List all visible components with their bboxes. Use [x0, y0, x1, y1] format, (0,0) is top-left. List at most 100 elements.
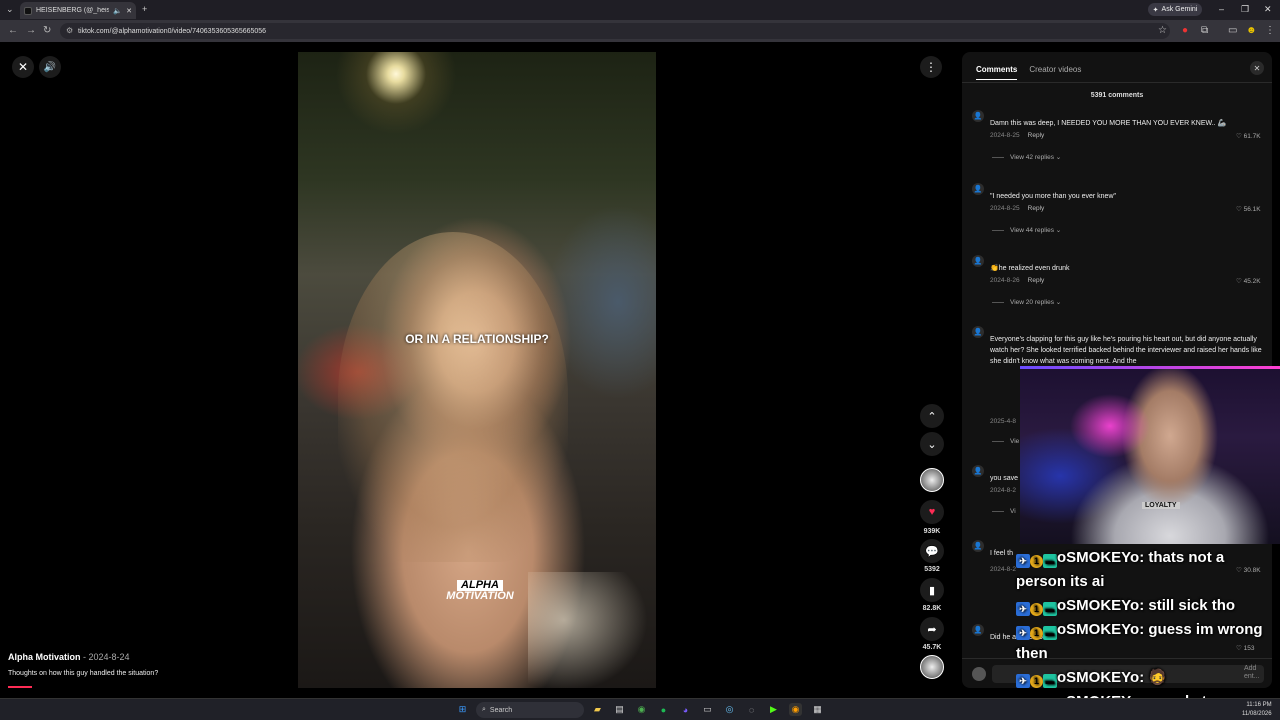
user-avatar-icon[interactable]: 👤: [972, 183, 984, 195]
minimize-button[interactable]: –: [1219, 4, 1224, 14]
view-replies-button[interactable]: Vie: [992, 438, 1019, 445]
tab-creator-videos[interactable]: Creator videos: [1029, 65, 1081, 80]
tab-comments[interactable]: Comments: [976, 65, 1018, 80]
tab-search-icon[interactable]: ⌄: [6, 4, 14, 15]
steam-icon[interactable]: ◎: [723, 703, 736, 716]
heart-icon: ♥: [928, 506, 936, 518]
extension-icon[interactable]: ●: [1182, 25, 1188, 36]
comments-button[interactable]: 💬: [920, 539, 944, 563]
comment-icon: 💬: [925, 545, 939, 558]
windows-start-icon[interactable]: ⊞: [456, 703, 469, 716]
music-disc[interactable]: [920, 655, 944, 679]
cast-icon[interactable]: ▭: [1228, 25, 1237, 36]
spotify-icon[interactable]: ●: [657, 703, 670, 716]
user-avatar-icon[interactable]: 👤: [972, 540, 984, 552]
terminal-icon[interactable]: ▭: [701, 703, 714, 716]
share-button[interactable]: ➦: [920, 617, 944, 641]
speaker-icon: 🔊: [43, 61, 57, 73]
user-avatar-icon[interactable]: 👤: [972, 326, 984, 338]
profile-avatar-icon[interactable]: ☻: [1246, 25, 1257, 36]
chat-text-continued: then: [1016, 645, 1048, 662]
app-icon[interactable]: ▦: [811, 703, 824, 716]
video-caption: OR IN A RELATIONSHIP?: [405, 332, 549, 346]
forward-button[interactable]: →: [26, 25, 36, 36]
save-count: 82.8K: [922, 605, 942, 612]
comment-date: 2025-4-8: [990, 418, 1017, 425]
like-button[interactable]: ♥: [920, 500, 944, 524]
extensions-puzzle-icon[interactable]: ⧉: [1201, 25, 1208, 36]
taskbar-search[interactable]: ⌕ Search: [476, 702, 584, 718]
tab-close-icon[interactable]: ✕: [126, 7, 132, 15]
comment-likes[interactable]: ♡ 61.7K: [1236, 132, 1261, 140]
comment-date: 2024-8-25: [990, 205, 1020, 212]
tab-title: HEISENBERG (@_heisenb...: [36, 7, 110, 14]
like-count: 45.2K: [1243, 278, 1261, 285]
comment-meta: 2024-8-25 Reply: [990, 205, 1044, 212]
new-tab-button[interactable]: +: [142, 4, 147, 14]
bookmark-star-icon[interactable]: ☆: [1158, 25, 1167, 36]
chrome-icon[interactable]: ◉: [635, 703, 648, 716]
clock-date: 11/08/2026: [1242, 711, 1272, 717]
taskbar-search-label: Search: [489, 706, 513, 714]
volume-button[interactable]: 🔊: [39, 56, 61, 78]
video-player[interactable]: OR IN A RELATIONSHIP? ALPHA MOTIVATION: [298, 52, 656, 688]
kick-icon[interactable]: ▶: [767, 703, 780, 716]
comment-count: 5392: [924, 566, 940, 573]
panel-close-button[interactable]: ✕: [1250, 61, 1264, 75]
chat-text-continued: person its ai: [1016, 573, 1105, 590]
back-button[interactable]: ←: [8, 25, 18, 36]
window-close-button[interactable]: ✕: [1264, 4, 1272, 15]
reply-button[interactable]: Reply: [1028, 132, 1045, 139]
browser-tab-strip: ⌄ HEISENBERG (@_heisenb... 🔈 ✕ + ✦ Ask G…: [0, 0, 1280, 20]
video-progress-bar[interactable]: [8, 686, 32, 688]
creator-avatar[interactable]: [920, 468, 944, 492]
browser-menu-icon[interactable]: ⋮: [1265, 25, 1275, 36]
speaker-icon: 🔈: [113, 7, 123, 15]
discord-icon[interactable]: ◕: [679, 703, 692, 716]
system-clock[interactable]: 11:16 PM 11/08/2026: [1242, 701, 1272, 719]
sub-badge-icon: 1: [1030, 603, 1043, 616]
view-replies-button[interactable]: Vi: [992, 508, 1016, 515]
user-avatar-icon[interactable]: 👤: [972, 624, 984, 636]
url-text: tiktok.com/@alphamotivation0/video/74063…: [78, 27, 267, 35]
view-replies-button[interactable]: View 44 replies ⌄: [992, 226, 1061, 234]
chat-message: ✈ 1 ▬ oSMOKEYo: guess im wrong then: [1016, 618, 1280, 666]
verified-badge-icon: ✈: [1016, 602, 1030, 616]
notepad-icon[interactable]: ▤: [613, 703, 626, 716]
search-icon: ⌕: [482, 706, 486, 713]
obs-icon[interactable]: ◌: [745, 703, 758, 716]
url-bar[interactable]: ⚙ tiktok.com/@alphamotivation0/video/740…: [60, 23, 1170, 39]
user-avatar-icon[interactable]: 👤: [972, 255, 984, 267]
browser-tab[interactable]: HEISENBERG (@_heisenb... 🔈 ✕: [20, 2, 136, 19]
save-button[interactable]: ▮: [920, 578, 944, 602]
user-avatar-icon[interactable]: 👤: [972, 465, 984, 477]
share-count: 45.7K: [922, 644, 942, 651]
verified-badge-icon: ✈: [1016, 554, 1030, 568]
gift-badge-icon: ▬: [1043, 602, 1057, 616]
view-replies-button[interactable]: View 20 replies ⌄: [992, 298, 1061, 306]
comment-likes[interactable]: ♡ 45.2K: [1236, 277, 1261, 285]
comment-likes[interactable]: ♡ 56.1K: [1236, 205, 1261, 213]
view-replies-button[interactable]: View 42 replies ⌄: [992, 153, 1061, 161]
comment-date: 2024-8-25: [990, 132, 1020, 139]
verified-badge-icon: ✈: [1016, 674, 1030, 688]
chrome-active-icon[interactable]: ◉: [789, 703, 802, 716]
more-options-button[interactable]: ⋮: [920, 56, 942, 78]
next-video-button[interactable]: ⌄: [920, 432, 944, 456]
reload-button[interactable]: ↻: [43, 25, 51, 36]
reply-button[interactable]: Reply: [1028, 277, 1045, 284]
previous-video-button[interactable]: ⌃: [920, 404, 944, 428]
avatar: [920, 468, 944, 492]
maximize-button[interactable]: ❐: [1241, 4, 1249, 15]
file-explorer-icon[interactable]: ▰: [591, 703, 604, 716]
user-avatar-icon[interactable]: 👤: [972, 110, 984, 122]
close-video-button[interactable]: ✕: [12, 56, 34, 78]
reply-button[interactable]: Reply: [1028, 205, 1045, 212]
address-toolbar: ← → ↻ ⚙ tiktok.com/@alphamotivation0/vid…: [0, 20, 1280, 42]
ask-gemini-button[interactable]: ✦ Ask Gemini: [1148, 3, 1202, 16]
more-dots-icon: ⋮: [925, 60, 937, 74]
comment-meta: 2024-8-25 Reply: [990, 132, 1044, 139]
shirt-logo: LOYALTY: [1142, 502, 1180, 509]
site-info-icon[interactable]: ⚙: [66, 26, 73, 35]
author-name[interactable]: Alpha Motivation: [8, 652, 81, 662]
